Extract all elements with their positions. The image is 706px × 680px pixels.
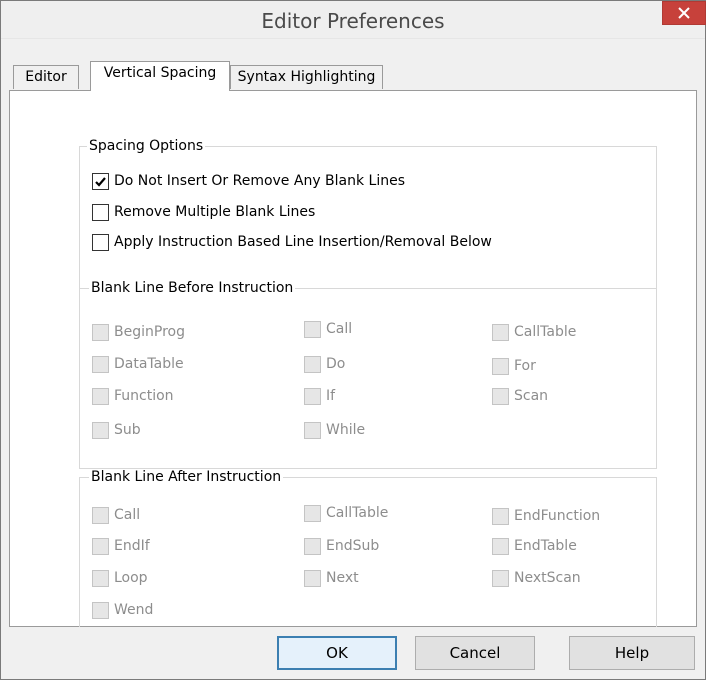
- option-label: Wend: [114, 602, 154, 618]
- vertical-spacing-panel: Spacing Options Do Not Insert Or Remove …: [9, 90, 697, 642]
- help-label: Help: [614, 644, 650, 662]
- close-button[interactable]: [662, 1, 706, 25]
- option-label: EndTable: [514, 538, 577, 554]
- checkbox-disabled: [92, 323, 109, 341]
- after-wend: Wend: [92, 600, 153, 620]
- option-label: Do Not Insert Or Remove Any Blank Lines: [114, 173, 406, 189]
- option-label: DataTable: [114, 356, 184, 372]
- option-label: EndIf: [114, 538, 150, 554]
- title-bar: Editor Preferences: [1, 1, 706, 39]
- option-label: EndSub: [326, 538, 380, 554]
- checkbox-disabled: [304, 387, 321, 405]
- blank-after-title: Blank Line After Instruction: [89, 469, 284, 485]
- option-label: CallTable: [326, 505, 389, 521]
- option-label: Apply Instruction Based Line Insertion/R…: [114, 234, 492, 250]
- before-function: Function: [92, 386, 174, 406]
- checkbox-disabled: [492, 357, 509, 375]
- cancel-label: Cancel: [449, 644, 501, 662]
- blank-after-group: [79, 477, 657, 642]
- option-label: Call: [326, 321, 353, 337]
- spacing-option-remove-multiple[interactable]: Remove Multiple Blank Lines: [92, 202, 315, 222]
- option-label: Sub: [114, 422, 141, 438]
- before-datatable: DataTable: [92, 354, 184, 374]
- checkbox-disabled: [92, 537, 109, 555]
- option-label: Remove Multiple Blank Lines: [114, 204, 316, 220]
- option-label: If: [326, 388, 336, 404]
- before-call: Call: [304, 319, 352, 339]
- checkbox-disabled: [492, 323, 509, 341]
- option-label: While: [326, 422, 366, 438]
- checkbox-disabled: [492, 537, 509, 555]
- option-label: BeginProg: [114, 324, 185, 340]
- checkbox-checked[interactable]: [92, 172, 109, 190]
- tab-editor[interactable]: Editor: [13, 65, 79, 89]
- before-if: If: [304, 386, 335, 406]
- checkbox-disabled: [92, 387, 109, 405]
- checkbox-disabled: [92, 569, 109, 587]
- checkbox-disabled: [304, 569, 321, 587]
- checkbox[interactable]: [92, 233, 109, 251]
- blank-before-title: Blank Line Before Instruction: [89, 280, 296, 296]
- checkbox-disabled: [92, 421, 109, 439]
- option-label: Scan: [514, 388, 549, 404]
- checkbox-disabled: [304, 504, 321, 522]
- checkbox-disabled: [304, 421, 321, 439]
- option-label: Function: [114, 388, 174, 404]
- option-label: NextScan: [514, 570, 581, 586]
- checkbox-disabled: [304, 320, 321, 338]
- checkbox-disabled: [304, 537, 321, 555]
- checkmark-icon: [95, 176, 106, 187]
- before-for: For: [492, 356, 536, 376]
- option-label: Call: [114, 507, 141, 523]
- spacing-option-do-not-insert[interactable]: Do Not Insert Or Remove Any Blank Lines: [92, 171, 405, 191]
- after-endtable: EndTable: [492, 536, 577, 556]
- before-scan: Scan: [492, 386, 548, 406]
- help-button[interactable]: Help: [569, 636, 695, 670]
- window-title: Editor Preferences: [261, 9, 445, 33]
- tab-editor-label: Editor: [25, 69, 67, 85]
- option-label: Next: [326, 570, 359, 586]
- checkbox[interactable]: [92, 203, 109, 221]
- spacing-option-apply-instruction[interactable]: Apply Instruction Based Line Insertion/R…: [92, 232, 492, 252]
- option-label: For: [514, 358, 536, 374]
- option-label: EndFunction: [514, 508, 601, 524]
- after-next: Next: [304, 568, 359, 588]
- ok-button[interactable]: OK: [277, 636, 397, 670]
- checkbox-disabled: [492, 507, 509, 525]
- after-call: Call: [92, 505, 140, 525]
- option-label: CallTable: [514, 324, 577, 340]
- option-label: Loop: [114, 570, 148, 586]
- after-endif: EndIf: [92, 536, 150, 556]
- spacing-options-title: Spacing Options: [87, 138, 206, 154]
- after-endsub: EndSub: [304, 536, 379, 556]
- close-icon: [678, 7, 690, 19]
- dialog-body: Editor Vertical Spacing Syntax Highlight…: [9, 39, 697, 674]
- before-do: Do: [304, 354, 345, 374]
- checkbox-disabled: [492, 387, 509, 405]
- after-calltable: CallTable: [304, 503, 388, 523]
- checkbox-disabled: [304, 355, 321, 373]
- before-calltable: CallTable: [492, 322, 576, 342]
- ok-label: OK: [326, 644, 348, 662]
- after-nextscan: NextScan: [492, 568, 581, 588]
- button-bar: OK Cancel Help: [9, 627, 697, 674]
- tab-vertical-spacing-label: Vertical Spacing: [103, 65, 217, 81]
- after-loop: Loop: [92, 568, 148, 588]
- before-sub: Sub: [92, 420, 141, 440]
- blank-before-group: [79, 288, 657, 469]
- tab-vertical-spacing[interactable]: Vertical Spacing: [90, 61, 230, 91]
- editor-preferences-window: Editor Preferences Editor Vertical Spaci…: [0, 0, 706, 680]
- before-beginprog: BeginProg: [92, 322, 185, 342]
- tab-syntax-highlighting-label: Syntax Highlighting: [237, 69, 376, 85]
- after-endfunction: EndFunction: [492, 506, 600, 526]
- cancel-button[interactable]: Cancel: [415, 636, 535, 670]
- tab-syntax-highlighting[interactable]: Syntax Highlighting: [230, 65, 383, 89]
- checkbox-disabled: [492, 569, 509, 587]
- checkbox-disabled: [92, 355, 109, 373]
- checkbox-disabled: [92, 601, 109, 619]
- before-while: While: [304, 420, 365, 440]
- checkbox-disabled: [92, 506, 109, 524]
- option-label: Do: [326, 356, 346, 372]
